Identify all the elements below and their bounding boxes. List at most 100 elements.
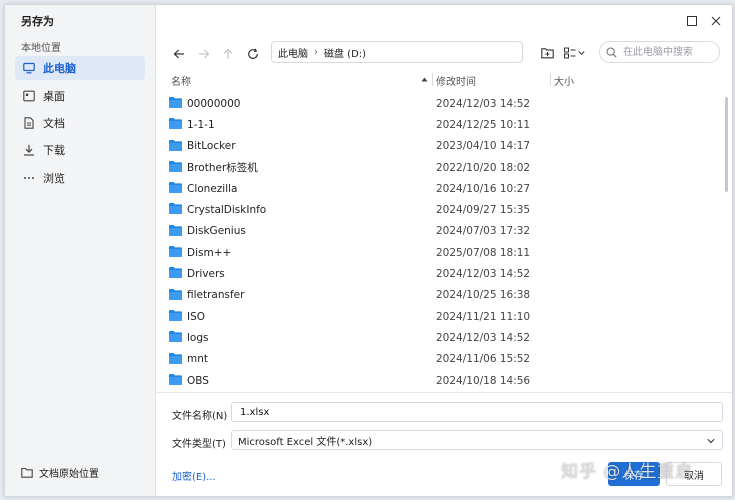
main-pane: 此电脑 › 磁盘 (D:) 名称 修改时间 大小 000 [156,5,732,496]
search-box[interactable] [599,41,720,63]
file-modified: 2024/11/06 15:52 [436,353,531,366]
maximize-button[interactable] [684,13,700,29]
arrow-up-icon [223,48,233,59]
file-modified: 2024/10/25 16:38 [436,289,531,302]
original-location-label: 文档原始位置 [39,469,99,480]
file-modified: 2024/12/03 14:52 [436,331,531,344]
column-separator[interactable] [550,73,551,86]
folder-icon [169,182,182,194]
file-modified: 2024/10/16 10:27 [436,182,531,195]
file-name: CrystalDiskInfo [187,204,267,217]
file-modified: 2022/10/20 18:02 [436,161,531,174]
file-row[interactable]: Brother标签机 2022/10/20 18:02 [156,157,718,178]
sidebar-item-label: 下载 [43,144,65,157]
file-row[interactable]: CrystalDiskInfo 2024/09/27 15:35 [156,199,718,220]
forward-button[interactable] [195,45,213,63]
arrow-right-icon [199,49,210,59]
filename-label: 文件名称(N) [172,411,228,422]
breadcrumb-item-this-pc[interactable]: 此电脑 [278,45,308,60]
new-folder-button[interactable] [541,45,554,61]
sidebar-item-desktop[interactable]: 桌面 [15,84,145,108]
file-name: filetransfer [187,289,245,302]
filetype-label: 文件类型(T) [172,439,226,450]
filename-field[interactable] [231,402,723,422]
file-modified: 2024/07/03 17:32 [436,225,531,238]
folder-icon [169,288,182,300]
chevron-right-icon: › [314,46,318,58]
file-row[interactable]: filetransfer 2024/10/25 16:38 [156,285,718,306]
breadcrumb[interactable]: 此电脑 › 磁盘 (D:) [271,41,523,63]
view-options-button[interactable] [564,45,585,61]
sidebar-item-this-pc[interactable]: 此电脑 [15,56,145,80]
file-name: logs [187,331,209,344]
file-name: Dism++ [187,246,232,259]
folder-icon [169,331,182,343]
filetype-select[interactable]: Microsoft Excel 文件(*.xlsx) [231,430,723,450]
file-row[interactable]: BitLocker 2023/04/10 14:17 [156,136,718,157]
folder-icon [169,160,182,172]
file-modified: 2024/09/27 15:35 [436,204,531,217]
sidebar-item-browse[interactable]: 浏览 [15,166,145,190]
file-modified: 2024/12/03 14:52 [436,268,531,281]
file-name: BitLocker [187,140,236,153]
file-row[interactable]: logs 2024/12/03 14:52 [156,327,718,348]
desktop-icon [23,90,35,102]
close-icon [711,16,721,26]
arrow-left-icon [173,49,184,59]
search-icon [606,46,617,58]
refresh-button[interactable] [244,45,262,63]
column-name[interactable]: 名称 [171,73,191,88]
column-modified[interactable]: 修改时间 [436,73,476,88]
file-modified: 2025/07/08 18:11 [436,246,531,259]
sidebar-item-label: 桌面 [43,90,65,103]
encrypt-link[interactable]: 加密(E)... [172,468,216,483]
folder-icon [169,352,182,364]
view-list-icon [564,47,576,59]
up-button[interactable] [219,45,237,63]
column-separator[interactable] [432,73,433,86]
file-name: 00000000 [187,97,241,110]
file-row[interactable]: mnt 2024/11/06 15:52 [156,349,718,370]
file-list: 00000000 2024/12/03 14:52 1-1-1 2024/12/25 … [156,93,718,389]
sidebar-item-label: 文档 [43,117,65,130]
file-row[interactable]: Clonezilla 2024/10/16 10:27 [156,178,718,199]
toolbar: 此电脑 › 磁盘 (D:) [156,41,732,67]
folder-icon [169,224,182,236]
file-row[interactable]: Drivers 2024/12/03 14:52 [156,263,718,284]
column-size[interactable]: 大小 [554,73,574,88]
original-location-link[interactable]: 文档原始位置 [21,465,99,480]
file-row[interactable]: ISO 2024/11/21 11:10 [156,306,718,327]
file-name: 1-1-1 [187,118,215,131]
breadcrumb-item-drive-d[interactable]: 磁盘 (D:) [324,45,366,60]
file-name: Clonezilla [187,182,238,195]
folder-icon [169,118,182,130]
file-name: mnt [187,353,208,366]
filename-input[interactable] [238,405,682,419]
scrollbar-thumb[interactable] [725,97,728,192]
sort-up-icon [421,77,428,82]
refresh-icon [248,48,258,59]
maximize-icon [687,16,697,26]
sidebar-item-documents[interactable]: 文档 [15,111,145,135]
more-icon [24,177,34,179]
file-row[interactable]: OBS 2024/10/18 14:56 [156,370,718,389]
file-row[interactable]: 00000000 2024/12/03 14:52 [156,93,718,114]
sidebar-item-downloads[interactable]: 下载 [15,138,145,162]
filetype-value: Microsoft Excel 文件(*.xlsx) [238,436,373,448]
file-row[interactable]: Dism++ 2025/07/08 18:11 [156,242,718,263]
file-name: DiskGenius [187,225,246,238]
sidebar: 另存为 本地位置 此电脑 桌面 文档 下载 浏览 文档原始位置 [5,5,156,496]
watermark: 知乎 @人生重启 [561,462,694,482]
file-row[interactable]: 1-1-1 2024/12/25 10:11 [156,114,718,135]
file-row[interactable]: DiskGenius 2024/07/03 17:32 [156,221,718,242]
divider [156,392,732,393]
close-button[interactable] [708,13,724,29]
folder-icon [169,373,182,385]
back-button[interactable] [170,45,188,63]
save-as-dialog: 另存为 本地位置 此电脑 桌面 文档 下载 浏览 文档原始位置 此电脑 › 磁盘… [4,4,733,497]
computer-icon [23,62,35,74]
file-modified: 2024/12/03 14:52 [436,97,531,110]
folder-icon [169,246,182,258]
folder-outline-icon [21,467,33,478]
search-input[interactable] [621,45,717,59]
